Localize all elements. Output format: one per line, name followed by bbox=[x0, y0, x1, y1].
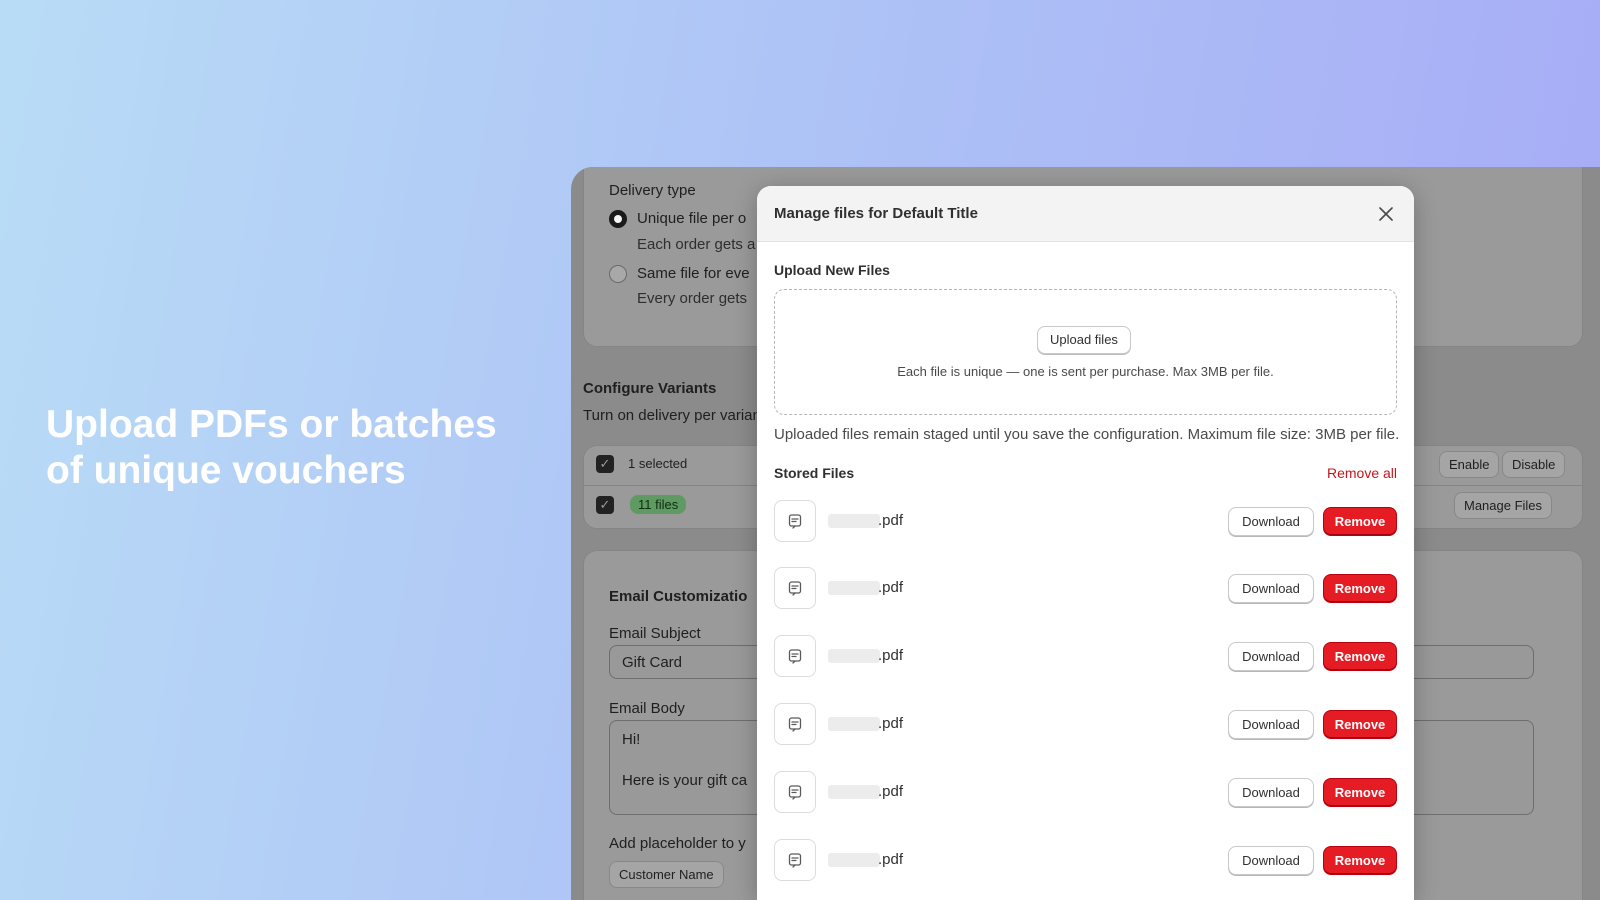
row-checkbox[interactable]: ✓ bbox=[596, 496, 614, 514]
delivery-type-label: Delivery type bbox=[609, 182, 696, 199]
download-button[interactable]: Download bbox=[1228, 574, 1314, 603]
file-name: .pdf bbox=[878, 647, 904, 664]
remove-button[interactable]: Remove bbox=[1323, 710, 1397, 739]
selected-count: 1 selected bbox=[628, 456, 688, 471]
file-row: .pdf Download Remove bbox=[774, 500, 1397, 544]
email-subject-value: Gift Card bbox=[622, 654, 683, 671]
configure-variants-title: Configure Variants bbox=[583, 380, 717, 397]
file-icon bbox=[774, 500, 816, 542]
file-name: .pdf bbox=[878, 715, 904, 732]
manage-files-modal: Manage files for Default Title Upload Ne… bbox=[757, 186, 1414, 900]
download-button[interactable]: Download bbox=[1228, 710, 1314, 739]
file-icon bbox=[774, 839, 816, 881]
placeholder-label: Add placeholder to y bbox=[609, 835, 746, 852]
staged-files-note: Uploaded files remain staged until you s… bbox=[774, 426, 1400, 443]
select-all-checkbox[interactable]: ✓ bbox=[596, 455, 614, 473]
file-row: .pdf Download Remove bbox=[774, 771, 1397, 815]
radio-unique-file[interactable] bbox=[609, 210, 627, 228]
stored-files-title: Stored Files bbox=[774, 465, 855, 481]
customer-name-placeholder-button[interactable]: Customer Name bbox=[609, 861, 724, 888]
download-button[interactable]: Download bbox=[1228, 642, 1314, 671]
remove-button[interactable]: Remove bbox=[1323, 642, 1397, 671]
file-icon bbox=[774, 635, 816, 677]
remove-button[interactable]: Remove bbox=[1323, 507, 1397, 536]
upload-section-title: Upload New Files bbox=[774, 262, 890, 278]
file-name: .pdf bbox=[878, 783, 904, 800]
option-unique-desc: Each order gets a bbox=[637, 236, 756, 253]
remove-button[interactable]: Remove bbox=[1323, 574, 1397, 603]
marketing-headline: Upload PDFs or batches of unique voucher… bbox=[46, 402, 566, 494]
upload-dropzone[interactable]: Upload files Each file is unique — one i… bbox=[774, 289, 1397, 415]
redacted-filename bbox=[828, 649, 880, 663]
headline-line-1: Upload PDFs or batches bbox=[46, 403, 497, 446]
file-icon bbox=[774, 703, 816, 745]
modal-header: Manage files for Default Title bbox=[757, 186, 1414, 242]
email-body-line-2: Here is your gift ca bbox=[622, 772, 748, 789]
file-name: .pdf bbox=[878, 512, 904, 529]
email-customization-title: Email Customizatio bbox=[609, 588, 748, 605]
disable-button[interactable]: Disable bbox=[1502, 451, 1566, 478]
redacted-filename bbox=[828, 785, 880, 799]
email-subject-label: Email Subject bbox=[609, 625, 701, 642]
file-row: .pdf Download Remove bbox=[774, 567, 1397, 611]
remove-button[interactable]: Remove bbox=[1323, 778, 1397, 807]
redacted-filename bbox=[828, 853, 880, 867]
file-row: .pdf Download Remove bbox=[774, 703, 1397, 747]
headline-line-2: of unique vouchers bbox=[46, 449, 406, 492]
file-row: .pdf Download Remove bbox=[774, 635, 1397, 679]
option-same-label: Same file for eve bbox=[637, 265, 750, 282]
file-row: .pdf Download Remove bbox=[774, 839, 1397, 883]
redacted-filename bbox=[828, 514, 880, 528]
upload-hint: Each file is unique — one is sent per pu… bbox=[897, 364, 1274, 379]
remove-button[interactable]: Remove bbox=[1323, 846, 1397, 875]
file-name: .pdf bbox=[878, 851, 904, 868]
download-button[interactable]: Download bbox=[1228, 778, 1314, 807]
files-count-badge: 11 files bbox=[630, 495, 687, 514]
download-button[interactable]: Download bbox=[1228, 507, 1314, 536]
enable-button[interactable]: Enable bbox=[1439, 451, 1500, 478]
option-unique-label: Unique file per o bbox=[637, 210, 747, 227]
option-same-desc: Every order gets bbox=[637, 290, 748, 307]
file-name: .pdf bbox=[878, 579, 904, 596]
file-icon bbox=[774, 567, 816, 609]
download-button[interactable]: Download bbox=[1228, 846, 1314, 875]
manage-files-button[interactable]: Manage Files bbox=[1454, 492, 1553, 519]
upload-files-button[interactable]: Upload files bbox=[1037, 326, 1131, 354]
close-icon[interactable] bbox=[1372, 200, 1400, 228]
configure-variants-desc: Turn on delivery per varian bbox=[583, 407, 761, 424]
file-icon bbox=[774, 771, 816, 813]
email-body-label: Email Body bbox=[609, 700, 685, 717]
radio-same-file[interactable] bbox=[609, 265, 627, 283]
redacted-filename bbox=[828, 717, 880, 731]
modal-title: Manage files for Default Title bbox=[774, 205, 978, 222]
email-body-line-1: Hi! bbox=[622, 731, 641, 748]
redacted-filename bbox=[828, 581, 880, 595]
remove-all-link[interactable]: Remove all bbox=[1327, 465, 1397, 481]
